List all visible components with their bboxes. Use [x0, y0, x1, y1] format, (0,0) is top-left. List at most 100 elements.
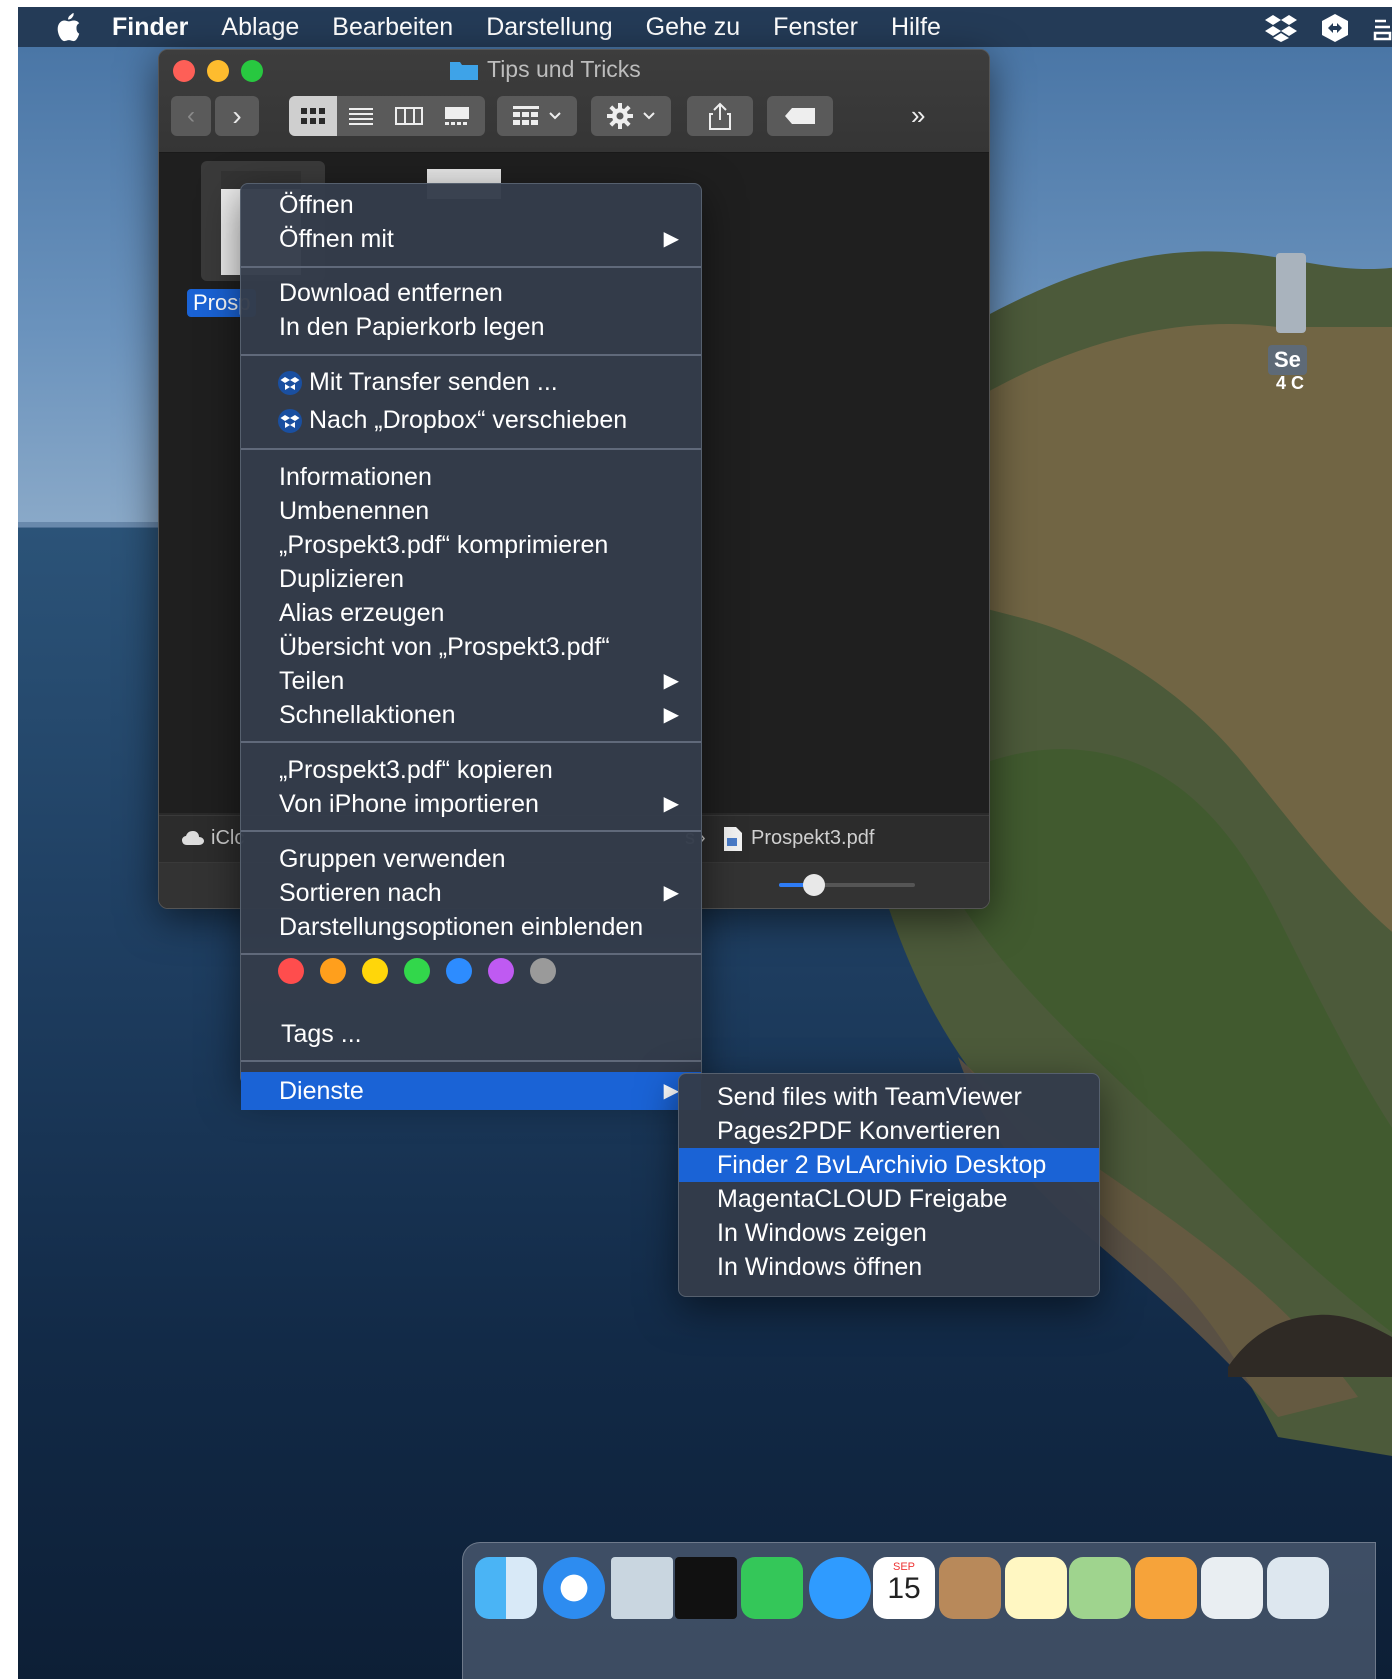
terminal-dock-icon[interactable]: [675, 1557, 737, 1619]
dropbox-status-icon[interactable]: [1264, 13, 1298, 43]
desktop-wallpaper-rock: [1228, 1314, 1392, 1377]
share-icon: [709, 102, 731, 130]
gallery-view-button[interactable]: [433, 106, 481, 126]
menu-item-view-options[interactable]: Darstellungsoptionen einblenden: [241, 910, 701, 944]
menu-item-trash[interactable]: In den Papierkorb legen: [241, 310, 701, 344]
tag-color-dot[interactable]: [530, 958, 556, 984]
keynote-dock-icon[interactable]: [1267, 1557, 1329, 1619]
status-extra-icon[interactable]: [1372, 13, 1392, 43]
menu-fenster[interactable]: Fenster: [773, 13, 858, 42]
menu-item-use-groups[interactable]: Gruppen verwenden: [241, 842, 701, 876]
teamviewer-status-icon[interactable]: [1320, 13, 1350, 43]
menu-ablage[interactable]: Ablage: [221, 13, 299, 42]
group-grid-icon: [513, 106, 539, 125]
icon-view-button[interactable]: [289, 96, 337, 136]
menu-separator: [241, 354, 701, 356]
preview-dock-icon[interactable]: [611, 1557, 673, 1619]
service-bvlarchivio[interactable]: Finder 2 BvLArchivio Desktop: [679, 1148, 1099, 1182]
menu-item-quicklook[interactable]: Übersicht von „Prospekt3.pdf“: [241, 630, 701, 664]
facetime-dock-icon[interactable]: [741, 1557, 803, 1619]
menu-item-import-iphone[interactable]: Von iPhone importieren ▶: [241, 787, 701, 821]
path-file[interactable]: Prospekt3.pdf: [751, 827, 874, 850]
icon-size-slider[interactable]: [779, 874, 915, 896]
service-magentacloud[interactable]: MagentaCLOUD Freigabe: [679, 1182, 1099, 1216]
services-submenu: Send files with TeamViewer Pages2PDF Kon…: [678, 1073, 1100, 1297]
menu-item-remove-download[interactable]: Download entfernen: [241, 276, 701, 310]
messages-dock-icon[interactable]: [809, 1557, 871, 1619]
safari-dock-icon[interactable]: [543, 1557, 605, 1619]
forward-button[interactable]: ›: [215, 96, 259, 136]
gear-icon: [607, 103, 633, 129]
desktop-volume-label: Se: [1268, 345, 1307, 375]
menu-separator: [241, 953, 701, 955]
menu-finder[interactable]: Finder: [112, 13, 188, 42]
menu-item-duplicate[interactable]: Duplizieren: [241, 562, 701, 596]
tag-color-dot[interactable]: [278, 958, 304, 984]
submenu-arrow-icon: ▶: [663, 228, 679, 250]
menu-item-services-label: Dienste: [279, 1077, 364, 1105]
numbers-dock-icon[interactable]: [1201, 1557, 1263, 1619]
menu-item-sort-by[interactable]: Sortieren nach ▶: [241, 876, 701, 910]
toolbar-overflow-button[interactable]: »: [911, 100, 925, 131]
action-button[interactable]: [591, 96, 671, 136]
tag-color-dot[interactable]: [404, 958, 430, 984]
zoom-window-button[interactable]: [241, 60, 263, 82]
pages-dock-icon[interactable]: [1135, 1557, 1197, 1619]
menu-item-info[interactable]: Informationen: [241, 460, 701, 494]
menu-item-move-dropbox-label: Nach „Dropbox“ verschieben: [309, 406, 628, 434]
service-pages2pdf[interactable]: Pages2PDF Konvertieren: [679, 1114, 1099, 1148]
desktop-volume-size: 4 C: [1276, 373, 1305, 393]
menu-hilfe[interactable]: Hilfe: [891, 13, 941, 42]
menu-item-move-dropbox[interactable]: Nach „Dropbox“ verschieben: [241, 403, 701, 437]
tag-color-dot[interactable]: [446, 958, 472, 984]
service-teamviewer[interactable]: Send files with TeamViewer: [679, 1080, 1099, 1114]
share-button[interactable]: [687, 96, 753, 136]
service-windows-open[interactable]: In Windows öffnen: [679, 1250, 1099, 1284]
menu-item-rename[interactable]: Umbenennen: [241, 494, 701, 528]
menu-item-transfer[interactable]: Mit Transfer senden ...: [241, 365, 701, 399]
menu-item-import-iphone-label: Von iPhone importieren: [279, 790, 539, 818]
maps-dock-icon[interactable]: [1069, 1557, 1131, 1619]
desktop: Se 4 C Finder Ablage Bearbeiten Darstell…: [18, 7, 1392, 1679]
menu-gehe-zu[interactable]: Gehe zu: [646, 13, 741, 42]
column-view-button[interactable]: [385, 107, 433, 125]
menu-item-tags[interactable]: Tags ...: [241, 1017, 701, 1051]
menu-item-services[interactable]: Dienste ▶: [241, 1072, 701, 1110]
tag-color-dot[interactable]: [488, 958, 514, 984]
menu-item-quick-actions[interactable]: Schnellaktionen ▶: [241, 698, 701, 732]
list-icon: [349, 108, 373, 125]
menu-item-open[interactable]: Öffnen: [241, 188, 701, 222]
dock: SEP 15: [462, 1542, 1376, 1679]
menu-item-copy[interactable]: „Prospekt3.pdf“ kopieren: [241, 753, 701, 787]
menu-item-alias[interactable]: Alias erzeugen: [241, 596, 701, 630]
tag-color-dot[interactable]: [320, 958, 346, 984]
cloud-icon: [182, 831, 204, 845]
tag-color-dot[interactable]: [362, 958, 388, 984]
contacts-dock-icon[interactable]: [939, 1557, 1001, 1619]
minimize-window-button[interactable]: [207, 60, 229, 82]
menu-darstellung[interactable]: Darstellung: [486, 13, 612, 42]
window-titlebar: Tips und Tricks ‹ › »: [159, 50, 989, 153]
menu-bearbeiten[interactable]: Bearbeiten: [332, 13, 453, 42]
service-windows-show[interactable]: In Windows zeigen: [679, 1216, 1099, 1250]
submenu-arrow-icon: ▶: [663, 793, 679, 815]
menu-item-share-label: Teilen: [279, 667, 345, 695]
chevron-down-icon: [643, 112, 655, 120]
apple-icon[interactable]: [54, 12, 82, 42]
menu-item-open-with[interactable]: Öffnen mit ▶: [241, 222, 701, 256]
group-button[interactable]: [497, 96, 577, 136]
dropbox-icon: [278, 371, 302, 396]
menu-item-compress[interactable]: „Prospekt3.pdf“ komprimieren: [241, 528, 701, 562]
finder-dock-icon[interactable]: [475, 1557, 537, 1619]
notes-dock-icon[interactable]: [1005, 1557, 1067, 1619]
desktop-volume-icon[interactable]: [1276, 253, 1306, 333]
list-view-button[interactable]: [337, 107, 385, 125]
calendar-dock-icon[interactable]: SEP 15: [873, 1557, 935, 1619]
menu-item-share[interactable]: Teilen ▶: [241, 664, 701, 698]
pdf-file-icon: [724, 827, 742, 851]
icon-size-slider-knob[interactable]: [803, 874, 825, 896]
back-button[interactable]: ‹: [171, 96, 211, 136]
menu-item-sort-by-label: Sortieren nach: [279, 879, 442, 907]
tag-button[interactable]: [767, 96, 833, 136]
close-window-button[interactable]: [173, 60, 195, 82]
